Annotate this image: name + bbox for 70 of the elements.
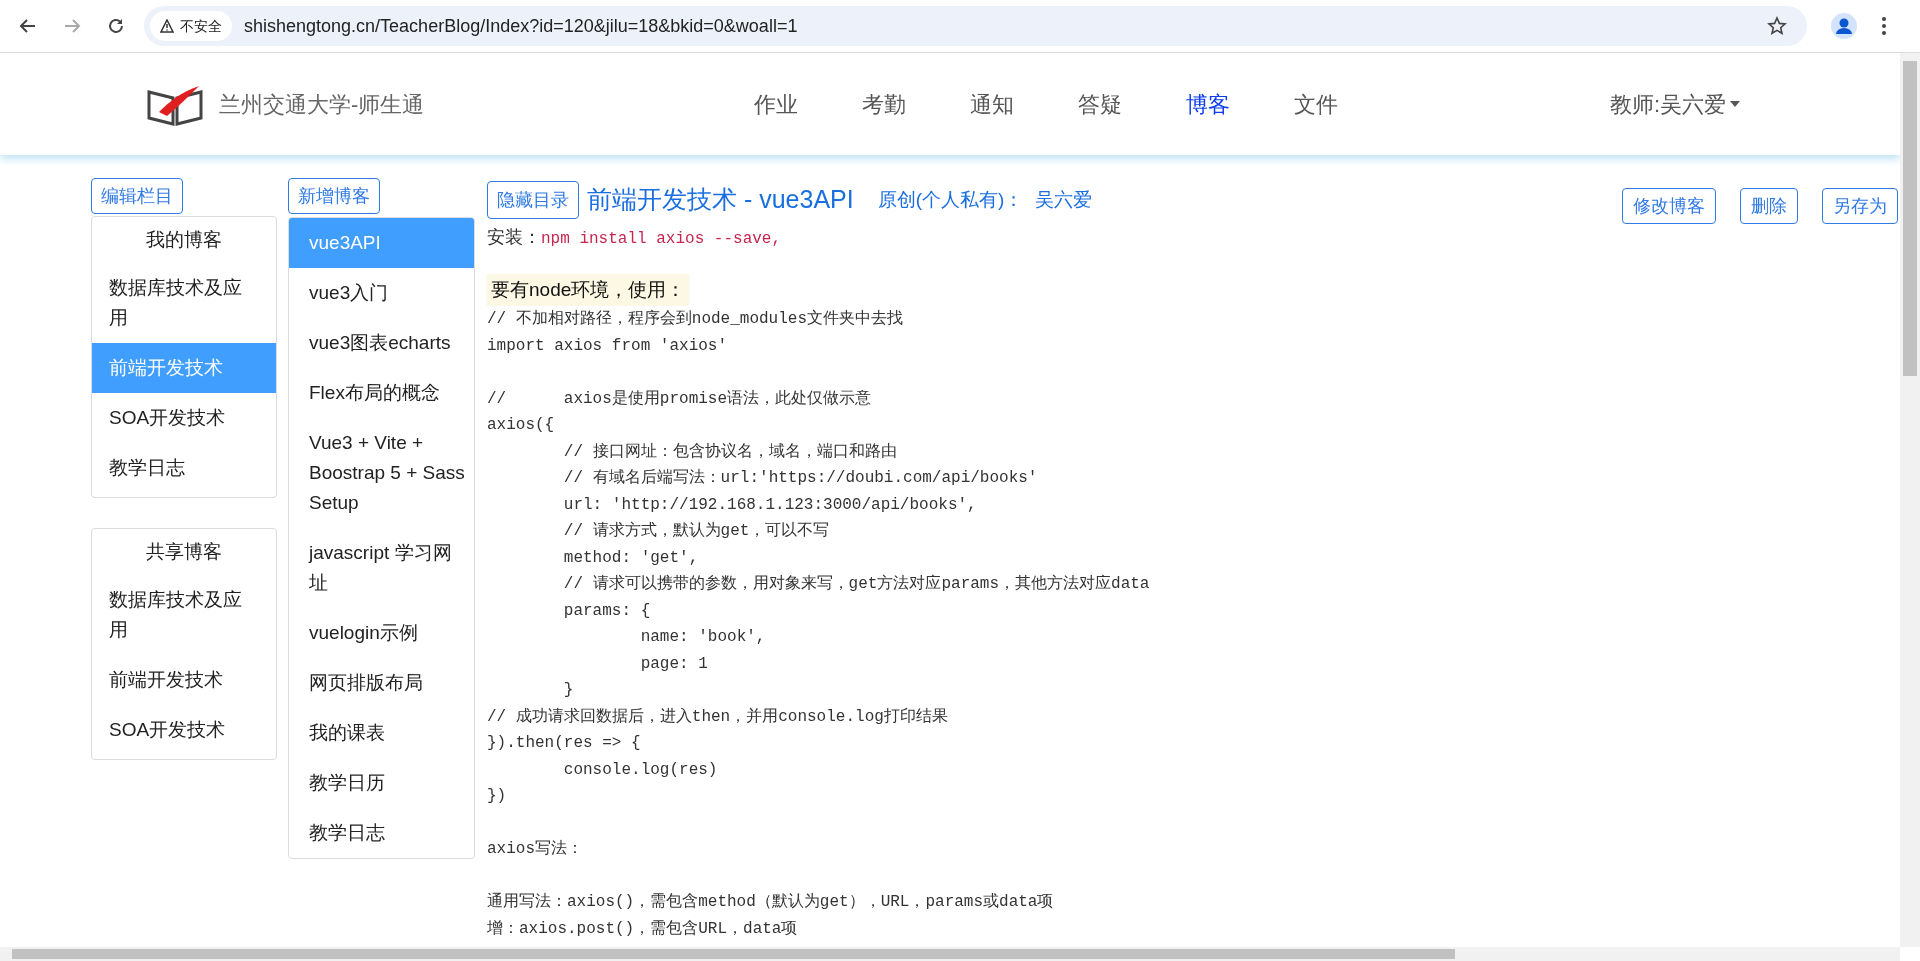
- panel-title: 共享博客: [145, 540, 223, 564]
- star-icon[interactable]: [1767, 16, 1787, 36]
- horizontal-scrollbar[interactable]: [0, 947, 1900, 961]
- action-button[interactable]: 修改博客: [1622, 188, 1716, 224]
- blog-item[interactable]: vuelogin示例: [289, 608, 474, 658]
- blog-item[interactable]: vue3图表echarts: [289, 318, 474, 368]
- address-bar[interactable]: 不安全 shishengtong.cn/TeacherBlog/Index?id=120&jilu=18&bkid=0&woall=1: [144, 6, 1807, 46]
- nav-link[interactable]: 答疑: [1078, 87, 1123, 121]
- article-title: 前端开发技术 - vue3API: [587, 184, 854, 216]
- nav-link[interactable]: 通知: [970, 87, 1015, 121]
- nav-link[interactable]: 考勤: [862, 87, 907, 121]
- code-line: axios写法：: [487, 839, 583, 860]
- code-line: // 有域名后端写法：url:'https://doubi.com/api/books': [562, 468, 1038, 489]
- code-line: method: 'get',: [562, 547, 699, 569]
- hide-toc-button[interactable]: 隐藏目录: [487, 181, 579, 219]
- highlight-note: 要有node环境，使用：: [487, 274, 690, 306]
- edit-columns-button[interactable]: 编辑栏目: [91, 178, 183, 214]
- code-line: console.log(res): [562, 759, 718, 781]
- install-command: npm install axios --save,: [541, 229, 782, 250]
- category-item[interactable]: SOA开发技术: [92, 705, 276, 755]
- blog-item[interactable]: 教学日志: [289, 808, 474, 858]
- blog-item[interactable]: vue3入门: [289, 268, 474, 318]
- code-line: import axios from 'axios': [487, 335, 728, 357]
- blog-item[interactable]: Vue3 + Vite + Boostrap 5 + Sass Setup: [289, 418, 474, 528]
- warning-icon: [160, 19, 174, 33]
- category-item[interactable]: 数据库技术及应用: [92, 575, 276, 655]
- security-label: 不安全: [180, 16, 222, 36]
- brand-name: 兰州交通大学-师生通: [219, 90, 425, 119]
- nav-link[interactable]: 作业: [754, 87, 799, 121]
- code-line: url: 'http://192.168.1.123:3000/api/books',: [562, 494, 977, 516]
- code-line: params: {: [562, 600, 651, 622]
- code-line: // 请求方式，默认为get，可以不写: [562, 520, 830, 542]
- code-line: axios({: [487, 415, 555, 436]
- code-line: // axios是使用promise语法，此处仅做示意: [487, 388, 872, 410]
- code-line: name: 'book',: [639, 627, 766, 648]
- author-name: 吴六爱: [1035, 187, 1093, 212]
- code-line: // 成功请求回数据后，进入then，并用console.log打印结果: [487, 706, 948, 728]
- action-button[interactable]: 删除: [1740, 188, 1798, 224]
- profile-icon[interactable]: [1831, 13, 1857, 39]
- code-line: }: [562, 680, 574, 701]
- category-item[interactable]: 数据库技术及应用: [92, 263, 276, 343]
- blog-item[interactable]: Flex布局的概念: [289, 368, 474, 418]
- url-text: shishengtong.cn/TeacherBlog/Index?id=120&jilu=18&bkid=0&woall=1: [244, 14, 798, 38]
- code-line: }): [487, 786, 507, 807]
- category-item[interactable]: 前端开发技术: [92, 655, 276, 705]
- menu-icon[interactable]: [1881, 16, 1887, 36]
- category-item[interactable]: 教学日志: [92, 443, 276, 493]
- category-item[interactable]: SOA开发技术: [92, 393, 276, 443]
- code-line: }).then(res => {: [487, 733, 641, 754]
- nav-link[interactable]: 文件: [1294, 87, 1339, 121]
- user-menu[interactable]: 教师:吴六爱: [1609, 87, 1740, 121]
- code-line: 增：axios.post()，需包含URL，data项: [487, 918, 798, 940]
- code-line: 通用写法：axios()，需包含method（默认为get），URL，params或data项: [487, 891, 1054, 913]
- panel-title: 我的博客: [145, 228, 223, 252]
- blog-item[interactable]: 网页排版布局: [289, 658, 474, 708]
- blog-item[interactable]: javascript 学习网址: [289, 528, 474, 608]
- code-line: // 接口网址：包含协议名，域名，端口和路由: [562, 441, 897, 463]
- blog-item[interactable]: 我的课表: [289, 708, 474, 758]
- nav-link[interactable]: 博客: [1186, 87, 1231, 121]
- new-blog-button[interactable]: 新增博客: [288, 178, 380, 214]
- code-line: // 请求可以携带的参数，用对象来写，get方法对应params，其他方法对应data: [562, 573, 1150, 595]
- install-label: 安装：: [487, 226, 541, 249]
- code-line: // 不加相对路径，程序会到node_modules文件夹中去找: [487, 308, 904, 330]
- vertical-scrollbar[interactable]: [1900, 53, 1920, 947]
- blog-item[interactable]: 教学日历: [289, 758, 474, 808]
- action-button[interactable]: 另存为: [1822, 188, 1898, 224]
- security-chip[interactable]: 不安全: [150, 11, 232, 41]
- reload-icon[interactable]: [106, 16, 126, 36]
- meta-label: 原创(个人私有)：: [877, 187, 1024, 212]
- code-line: page: 1: [639, 653, 708, 675]
